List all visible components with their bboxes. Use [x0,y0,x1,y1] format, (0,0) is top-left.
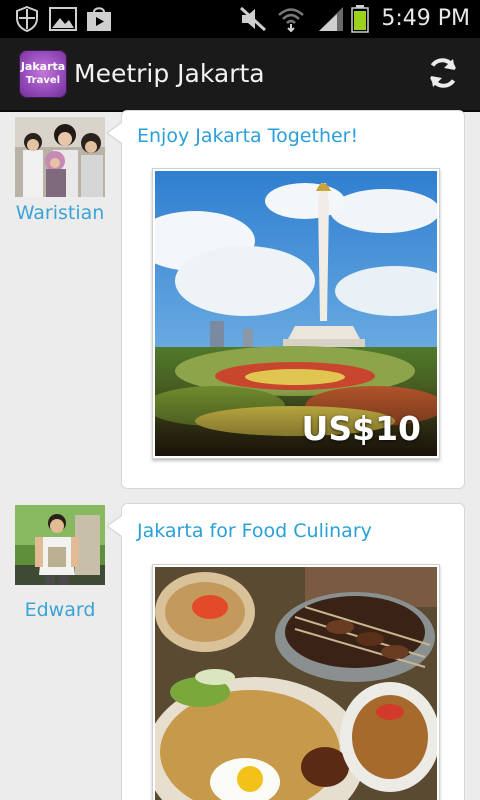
trip-photo[interactable] [152,564,440,800]
signal-icon [316,5,346,33]
logo-text-line1: Jakarta [20,60,66,73]
trip-card[interactable]: Jakarta for Food Culinary [121,503,465,800]
app-logo[interactable]: Jakarta Travel [19,50,67,98]
author-name[interactable]: Edward [0,599,120,621]
play-store-icon [84,5,114,33]
status-bar: 5:49 PM [0,0,480,38]
bubble-pointer [108,516,122,536]
trip-photo[interactable]: US$10 [152,168,440,459]
logo-text-line2: Travel [25,75,61,86]
clock-time: 5:49 PM [381,6,470,31]
image-icon [48,5,78,33]
trip-title[interactable]: Enjoy Jakarta Together! [137,125,358,147]
trip-card[interactable]: Enjoy Jakarta Together! US$10 [121,110,465,489]
wifi-icon [276,5,306,33]
refresh-icon [425,55,461,95]
trip-feed[interactable]: Waristian Enjoy Jakarta Together! US$10 … [0,110,480,800]
list-item[interactable]: Edward Jakarta for Food Culinary [0,503,480,800]
mute-icon [238,5,268,33]
trip-title[interactable]: Jakarta for Food Culinary [137,520,372,542]
bubble-pointer [108,123,122,143]
app-title: Meetrip Jakarta [74,59,265,88]
avatar[interactable] [15,505,105,585]
trip-price: US$10 [301,409,421,448]
refresh-button[interactable] [422,54,464,96]
avatar[interactable] [15,117,105,197]
author-name[interactable]: Waristian [0,202,120,224]
list-item[interactable]: Waristian Enjoy Jakarta Together! US$10 [0,110,480,500]
action-bar: Jakarta Travel Meetrip Jakarta [0,38,480,112]
shield-icon [14,5,40,33]
battery-icon [348,5,372,33]
